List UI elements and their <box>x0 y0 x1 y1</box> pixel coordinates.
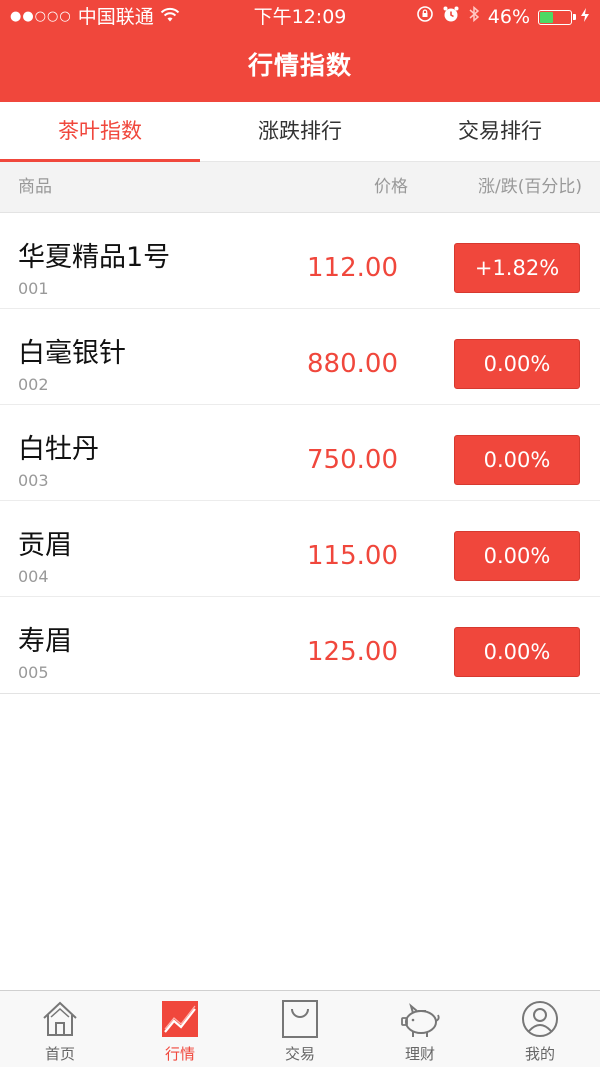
user-icon <box>519 999 561 1039</box>
bluetooth-icon <box>468 0 480 34</box>
tabbar-label: 交易 <box>284 1045 315 1063</box>
item-change-badge: 0.00% <box>454 627 580 677</box>
tabbar-item-market[interactable]: 行情 <box>120 991 240 1067</box>
list-item[interactable]: 白毫银针 002 880.00 0.00% <box>0 309 600 405</box>
item-code: 005 <box>18 663 49 682</box>
chart-icon <box>159 999 201 1039</box>
list-item[interactable]: 寿眉 005 125.00 0.00% <box>0 597 600 693</box>
item-code: 004 <box>18 567 49 586</box>
column-header: 商品 价格 涨/跌(百分比) <box>0 162 600 212</box>
list-item[interactable]: 华夏精品1号 001 112.00 +1.82% <box>0 213 600 309</box>
item-name: 寿眉 <box>18 626 72 657</box>
column-product: 商品 <box>18 177 52 197</box>
tab-change-ranking[interactable]: 涨跌排行 <box>200 102 400 161</box>
column-price[interactable]: 价格 <box>374 162 408 212</box>
item-change-badge: 0.00% <box>454 339 580 389</box>
tabbar-label: 理财 <box>404 1045 435 1063</box>
charging-icon <box>580 0 590 34</box>
item-code: 002 <box>18 375 49 394</box>
list-item[interactable]: 贡眉 004 115.00 0.00% <box>0 501 600 597</box>
tabbar-label: 行情 <box>164 1045 195 1063</box>
alarm-icon <box>442 0 460 34</box>
market-index-screen: ●●○○○ 中国联通 下午12:09 46% 行情指数 茶叶指数 涨跌排行 交易… <box>0 0 600 1067</box>
page-title: 行情指数 <box>247 51 352 80</box>
column-change[interactable]: 涨/跌(百分比) <box>478 162 582 212</box>
item-change-badge: +1.82% <box>454 243 580 293</box>
item-change-badge: 0.00% <box>454 531 580 581</box>
battery-percent: 46% <box>487 6 530 28</box>
item-change-badge: 0.00% <box>454 435 580 485</box>
item-price: 125.00 <box>307 637 398 667</box>
battery-icon <box>538 9 576 25</box>
tabbar-item-home[interactable]: 首页 <box>0 991 120 1067</box>
item-price: 750.00 <box>307 445 398 475</box>
segment-tabs: 茶叶指数 涨跌排行 交易排行 <box>0 102 600 162</box>
home-icon <box>39 999 81 1039</box>
tab-tea-index[interactable]: 茶叶指数 <box>0 102 200 162</box>
tabbar-item-profile[interactable]: 我的 <box>480 991 600 1067</box>
tabbar-label: 首页 <box>44 1045 75 1063</box>
item-price: 115.00 <box>307 541 398 571</box>
status-bar: ●●○○○ 中国联通 下午12:09 46% <box>0 0 600 34</box>
bottom-tab-bar: 首页 行情 交易 理财 我的 <box>0 990 600 1067</box>
list-item[interactable]: 白牡丹 003 750.00 0.00% <box>0 405 600 501</box>
header: ●●○○○ 中国联通 下午12:09 46% 行情指数 <box>0 0 600 102</box>
item-price: 112.00 <box>307 253 398 283</box>
shopping-bag-icon <box>279 999 321 1039</box>
item-name: 贡眉 <box>18 530 72 561</box>
rotation-lock-icon <box>416 0 434 34</box>
item-code: 003 <box>18 471 49 490</box>
item-price: 880.00 <box>307 349 398 379</box>
product-list: 华夏精品1号 001 112.00 +1.82% 白毫银针 002 880.00… <box>0 212 600 694</box>
battery-fill <box>540 11 553 23</box>
tabbar-item-finance[interactable]: 理财 <box>360 991 480 1067</box>
item-name: 华夏精品1号 <box>18 242 171 273</box>
item-name: 白牡丹 <box>18 434 99 465</box>
status-right: 46% <box>416 0 590 34</box>
tabbar-item-trade[interactable]: 交易 <box>240 991 360 1067</box>
item-code: 001 <box>18 279 49 298</box>
tab-trade-ranking[interactable]: 交易排行 <box>400 102 600 161</box>
piggy-bank-icon <box>399 999 441 1039</box>
item-name: 白毫银针 <box>18 338 126 369</box>
tabbar-label: 我的 <box>524 1045 555 1063</box>
